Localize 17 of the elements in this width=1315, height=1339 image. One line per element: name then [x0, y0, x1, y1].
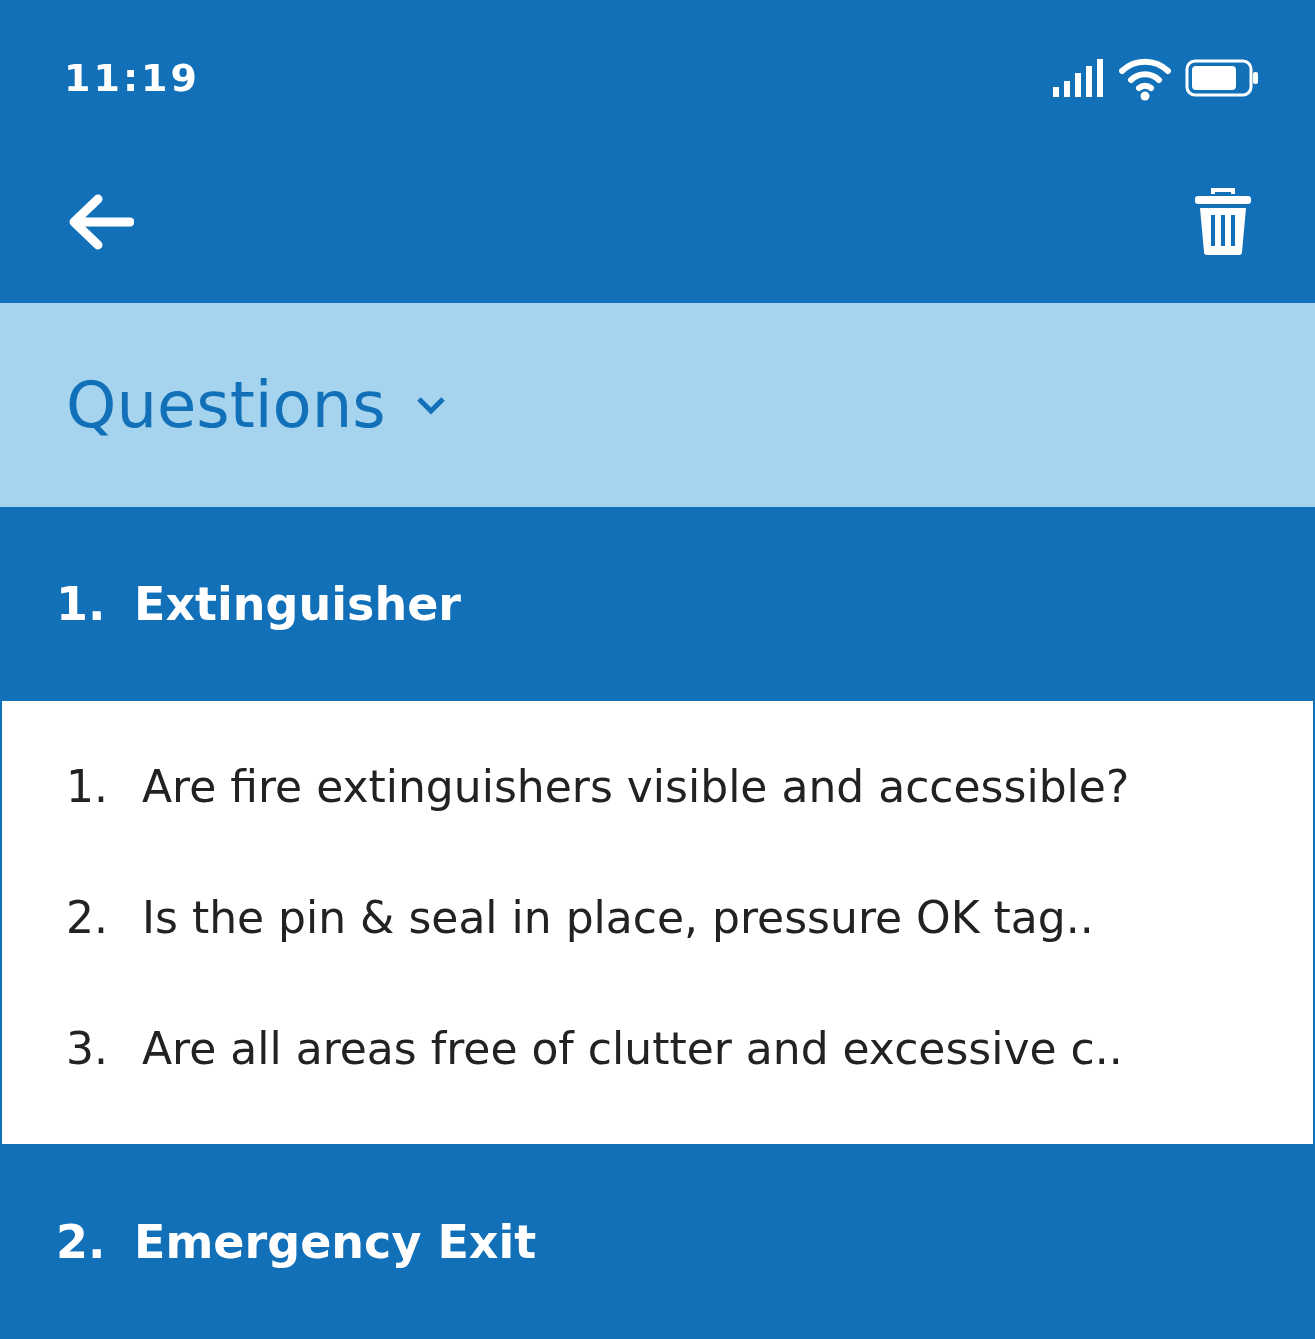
section-number: 1. — [56, 577, 107, 632]
trash-icon[interactable] — [1193, 187, 1253, 256]
question-number: 3. — [66, 1023, 109, 1075]
question-text[interactable]: Are all areas free of clutter and excessive c.. — [142, 1023, 1123, 1075]
section-number: 2. — [56, 1214, 107, 1269]
status-time: 11:19 — [64, 56, 200, 101]
battery-icon — [1185, 59, 1259, 98]
question-text[interactable]: Is the pin & seal in place, pressure OK tag.. — [142, 892, 1094, 944]
question-number: 2. — [66, 892, 109, 944]
question-text[interactable]: Are fire extinguishers visible and accessible? — [142, 761, 1130, 813]
section-title: Extinguisher — [134, 577, 462, 632]
questions-title: Questions — [66, 368, 386, 443]
section-title: Emergency Exit — [134, 1214, 537, 1269]
question-number: 1. — [66, 761, 109, 813]
signal-icon — [1053, 59, 1105, 98]
back-arrow-icon[interactable] — [68, 193, 134, 250]
chevron-down-icon[interactable] — [415, 395, 446, 416]
